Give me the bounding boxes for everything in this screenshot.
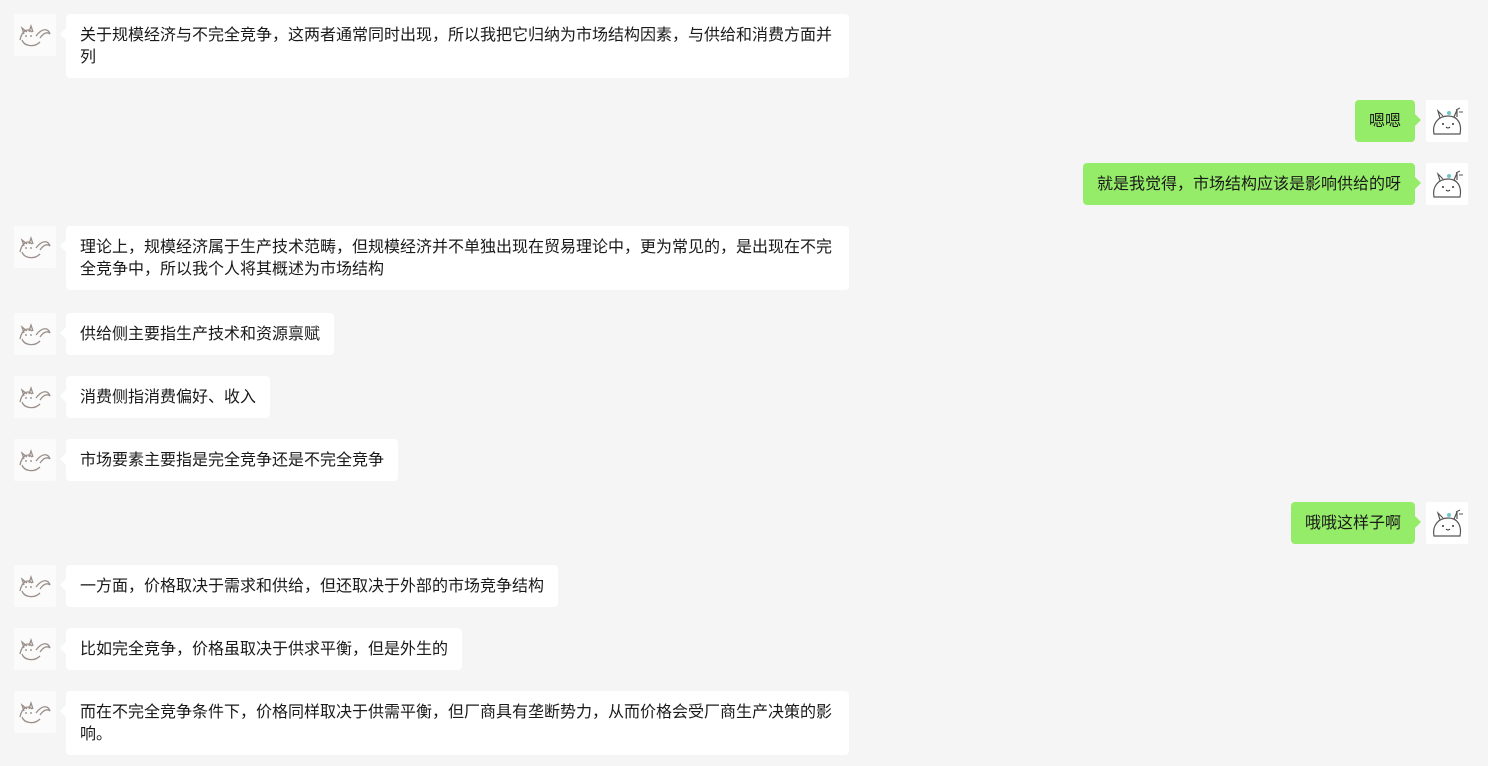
message-bubble[interactable]: 关于规模经济与不完全竞争，这两者通常同时出现，所以我把它归纳为市场结构因素，与供… (60, 14, 849, 78)
message-bubble[interactable]: 就是我觉得，市场结构应该是影响供给的呀 (1082, 163, 1422, 205)
mascot-avatar-icon[interactable] (1426, 100, 1468, 142)
cat-avatar-icon[interactable] (14, 226, 56, 268)
message-bubble[interactable]: 嗯嗯 (1354, 100, 1422, 142)
cat-avatar-icon[interactable] (14, 565, 56, 607)
cat-avatar-icon[interactable] (14, 14, 56, 56)
message-bubble[interactable]: 一方面，价格取决于需求和供给，但还取决于外部的市场竞争结构 (59, 565, 559, 607)
cat-avatar-icon[interactable] (14, 313, 56, 355)
message-bubble[interactable]: 比如完全竞争，价格虽取决于供求平衡，但是外生的 (59, 628, 463, 670)
message-bubble[interactable]: 消费侧指消费偏好、收入 (59, 376, 271, 418)
cat-avatar-icon[interactable] (14, 439, 56, 481)
message-bubble[interactable]: 而在不完全竞争条件下，价格同样取决于供需平衡，但厂商具有垄断势力，从而价格会受厂… (60, 691, 849, 755)
message-bubble[interactable]: 市场要素主要指是完全竞争还是不完全竞争 (59, 439, 399, 481)
message-bubble[interactable]: 哦哦这样子啊 (1290, 502, 1422, 544)
cat-avatar-icon[interactable] (14, 691, 56, 733)
message-bubble[interactable]: 供给侧主要指生产技术和资源禀赋 (59, 313, 335, 355)
mascot-avatar-icon[interactable] (1426, 502, 1468, 544)
cat-avatar-icon[interactable] (14, 628, 56, 670)
mascot-avatar-icon[interactable] (1426, 163, 1468, 205)
message-bubble[interactable]: 理论上，规模经济属于生产技术范畴，但规模经济并不单独出现在贸易理论中，更为常见的… (60, 226, 849, 290)
chat-area: 关于规模经济与不完全竞争，这两者通常同时出现，所以我把它归纳为市场结构因素，与供… (0, 0, 1488, 766)
cat-avatar-icon[interactable] (14, 376, 56, 418)
